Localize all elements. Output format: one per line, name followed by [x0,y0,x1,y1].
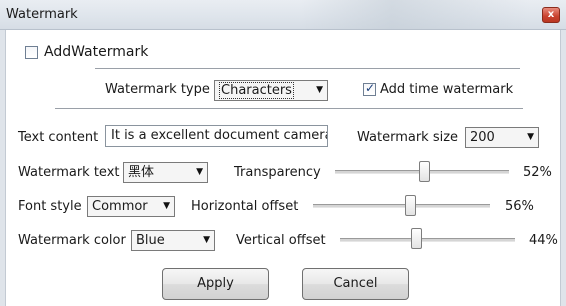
horizontal-offset-slider-track[interactable] [313,204,490,208]
watermark-type-select[interactable]: Characters ▼ [214,80,328,101]
watermark-text-font-select[interactable]: 黑体 ▼ [123,162,208,183]
font-style-select[interactable]: Commor ▼ [87,196,175,217]
close-button[interactable]: x [542,7,560,23]
chevron-down-icon: ▼ [196,167,203,177]
horizontal-offset-slider-thumb[interactable] [405,195,416,216]
time-watermark-checkbox[interactable] [363,81,376,96]
transparency-value: 52% [523,165,552,180]
horizontal-offset-label: Horizontal offset [191,199,299,214]
watermark-text-label: Watermark text [18,165,120,180]
watermark-size-label: Watermark size [357,130,459,145]
watermark-color-label: Watermark color [18,233,126,248]
text-content-label: Text content [18,130,99,145]
time-watermark-label: Add time watermark [380,82,514,97]
text-content-input[interactable]: It is a excellent document camera [105,125,328,147]
font-style-label: Font style [18,199,82,214]
chevron-down-icon: ▼ [203,235,210,245]
title-bar: Watermark x [0,0,566,30]
chevron-down-icon: ▼ [316,85,323,95]
watermark-size-value: 200 [470,130,495,145]
window-title: Watermark [6,7,78,22]
vertical-offset-slider-track[interactable] [340,238,515,242]
watermark-type-value: Characters [219,82,294,99]
cancel-button[interactable]: Cancel [302,268,409,300]
add-watermark-label: AddWatermark [44,44,149,60]
watermark-text-value: 黑体 [128,165,155,180]
watermark-size-select[interactable]: 200 ▼ [465,127,539,148]
vertical-offset-value: 44% [529,233,558,248]
add-watermark-checkbox[interactable] [25,46,38,59]
watermark-color-select[interactable]: Blue ▼ [131,230,215,251]
chevron-down-icon: ▼ [527,132,534,142]
transparency-label: Transparency [234,165,321,180]
vertical-offset-label: Vertical offset [236,233,326,248]
window-right-border [560,30,566,306]
chevron-down-icon: ▼ [163,201,170,211]
title-bar-background [300,0,530,29]
close-icon: x [547,9,555,20]
transparency-slider-thumb[interactable] [419,161,430,182]
separator-top [95,68,520,69]
vertical-offset-slider-thumb[interactable] [411,228,422,249]
apply-button[interactable]: Apply [162,268,269,300]
font-style-value: Commor [92,199,148,214]
text-content-value: It is a excellent document camera [111,128,328,143]
watermark-color-value: Blue [136,233,165,248]
watermark-type-label: Watermark type [105,82,210,97]
separator-middle [55,108,523,109]
horizontal-offset-value: 56% [505,199,534,214]
